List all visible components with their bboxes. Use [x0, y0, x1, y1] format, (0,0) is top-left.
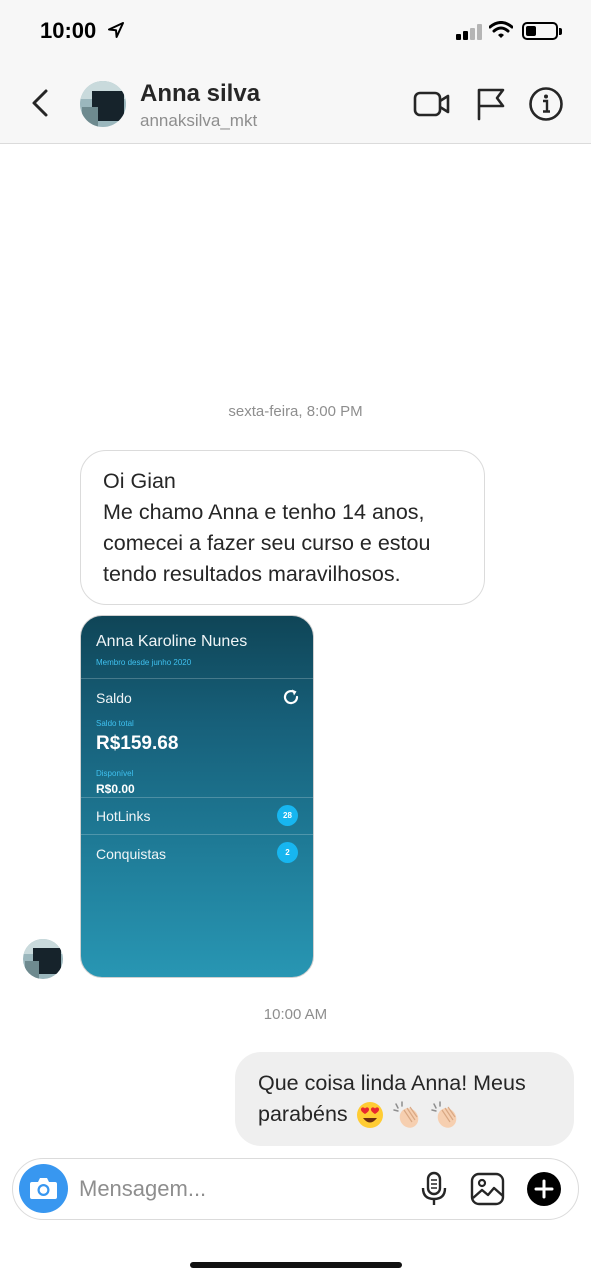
shared-screenshot-image[interactable]: Anna Karoline Nunes Membro desde junho 2…	[80, 615, 314, 978]
screenshot-hotlinks-badge: 28	[277, 805, 298, 826]
clapping-hands-emoji-icon	[430, 1101, 456, 1129]
screenshot-saldo-label: Saldo	[96, 690, 132, 706]
screenshot-disponivel-label: Disponível	[96, 769, 134, 778]
wifi-icon	[489, 21, 513, 38]
heart-eyes-emoji-icon	[356, 1102, 383, 1129]
screenshot-hotlinks-label: HotLinks	[96, 808, 151, 824]
info-icon	[529, 87, 563, 121]
report-button[interactable]	[473, 86, 511, 122]
message-line: Me chamo Anna e tenho 14 anos,	[103, 500, 425, 524]
message-line: Que coisa linda Anna! Meus	[258, 1071, 526, 1095]
video-call-button[interactable]	[413, 86, 451, 122]
camera-button[interactable]	[19, 1164, 68, 1213]
message-line-with-emoji: parabéns	[258, 1099, 552, 1130]
header-avatar[interactable]	[80, 81, 126, 127]
home-indicator	[190, 1262, 402, 1268]
refresh-icon	[283, 689, 299, 705]
outgoing-message-bubble[interactable]: Que coisa linda Anna! Meus parabéns	[235, 1052, 574, 1146]
battery-icon	[522, 22, 562, 40]
screenshot-saldo-total-value: R$159.68	[96, 733, 179, 754]
status-time: 10:00	[40, 18, 97, 43]
status-bar: 10:00	[0, 0, 591, 62]
divider	[81, 797, 313, 798]
divider	[81, 834, 313, 835]
message-text: parabéns	[258, 1102, 348, 1126]
gallery-icon	[470, 1172, 505, 1206]
sender-avatar[interactable]	[23, 939, 63, 979]
contact-username: annaksilva_mkt	[140, 111, 258, 130]
more-options-button[interactable]	[526, 1171, 562, 1207]
message-composer	[12, 1158, 579, 1220]
info-button[interactable]	[527, 86, 565, 122]
video-call-icon	[413, 91, 450, 117]
timestamp: 10:00 AM	[263, 1006, 328, 1023]
message-input[interactable]	[79, 1172, 399, 1206]
screenshot-conquistas-label: Conquistas	[96, 846, 167, 862]
message-line: Oi Gian	[103, 469, 176, 493]
screenshot-conquistas-badge: 2	[277, 842, 298, 863]
chat-header: Anna silva annaksilva_mkt	[0, 62, 591, 144]
gallery-button[interactable]	[470, 1171, 506, 1207]
back-chevron-icon	[32, 89, 48, 117]
incoming-message-bubble[interactable]: Oi Gian Me chamo Anna e tenho 14 anos, c…	[80, 450, 485, 605]
camera-icon	[30, 1178, 57, 1199]
message-line: comecei a fazer seu curso e estou	[103, 531, 431, 555]
location-arrow-icon	[108, 22, 124, 38]
clapping-hands-emoji-icon	[392, 1101, 418, 1129]
screenshot-user-name: Anna Karoline Nunes	[96, 633, 248, 650]
signal-icon	[456, 24, 482, 40]
plus-icon	[527, 1172, 561, 1206]
timestamp: sexta-feira, 8:00 PM	[228, 403, 363, 420]
contact-name[interactable]: Anna silva	[140, 80, 260, 108]
message-line: tendo resultados maravilhosos.	[103, 562, 401, 586]
back-button[interactable]	[26, 86, 56, 120]
flag-icon	[477, 88, 505, 121]
screenshot-disponivel-value: R$0.00	[96, 782, 135, 796]
screenshot-saldo-total-label: Saldo total	[96, 719, 134, 728]
screenshot-member-since: Membro desde junho 2020	[96, 658, 192, 667]
microphone-icon	[421, 1171, 447, 1205]
voice-message-button[interactable]	[416, 1171, 452, 1207]
divider	[81, 678, 313, 679]
